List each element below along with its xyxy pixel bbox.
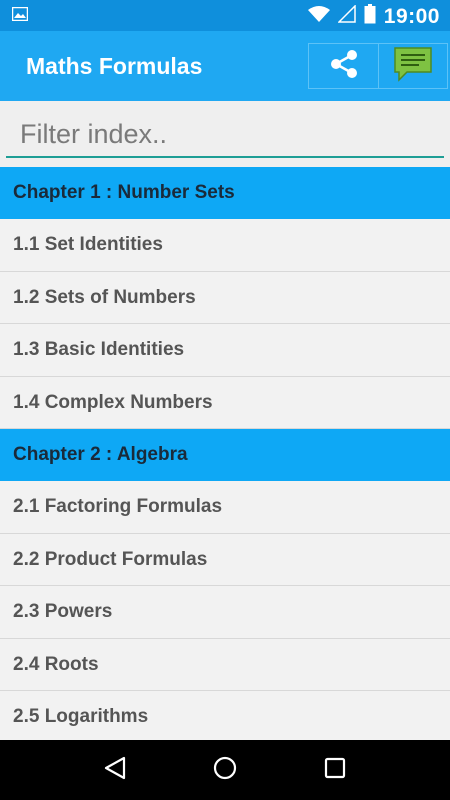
navigation-bar bbox=[0, 740, 450, 800]
list-item[interactable]: 2.3 Powers bbox=[0, 586, 450, 639]
list-item[interactable]: 2.2 Product Formulas bbox=[0, 533, 450, 586]
recents-button[interactable] bbox=[310, 745, 360, 795]
back-button[interactable] bbox=[90, 745, 140, 795]
share-button[interactable] bbox=[309, 44, 378, 88]
recents-square-icon bbox=[324, 757, 346, 784]
app-bar: Maths Formulas bbox=[0, 31, 450, 101]
battery-icon bbox=[364, 4, 376, 29]
app-title: Maths Formulas bbox=[26, 53, 203, 79]
list-item[interactable]: 1.3 Basic Identities bbox=[0, 324, 450, 377]
list-item[interactable]: 1.4 Complex Numbers bbox=[0, 376, 450, 429]
index-list: Chapter 1 : Number Sets 1.1 Set Identiti… bbox=[0, 167, 450, 744]
filter-bar bbox=[0, 101, 450, 167]
chapter-header-2[interactable]: Chapter 2 : Algebra bbox=[0, 429, 450, 481]
action-group bbox=[308, 43, 448, 89]
home-circle-icon bbox=[213, 756, 237, 785]
status-time: 19:00 bbox=[383, 4, 440, 28]
list-item[interactable]: 1.2 Sets of Numbers bbox=[0, 271, 450, 324]
signal-icon bbox=[336, 4, 356, 28]
back-triangle-icon bbox=[104, 756, 126, 785]
chapter-header-1[interactable]: Chapter 1 : Number Sets bbox=[0, 167, 450, 219]
filter-input[interactable] bbox=[6, 113, 444, 158]
list-item[interactable]: 1.1 Set Identities bbox=[0, 219, 450, 272]
gallery-notification-icon bbox=[11, 6, 29, 26]
chat-bubble-icon bbox=[393, 46, 433, 87]
status-bar: 19:00 bbox=[0, 0, 450, 31]
feedback-button[interactable] bbox=[378, 44, 447, 88]
list-item[interactable]: 2.4 Roots bbox=[0, 638, 450, 691]
share-icon bbox=[327, 47, 361, 86]
list-item[interactable]: 2.5 Logarithms bbox=[0, 691, 450, 744]
list-item[interactable]: 2.1 Factoring Formulas bbox=[0, 481, 450, 534]
home-button[interactable] bbox=[200, 745, 250, 795]
wifi-icon bbox=[307, 5, 330, 28]
